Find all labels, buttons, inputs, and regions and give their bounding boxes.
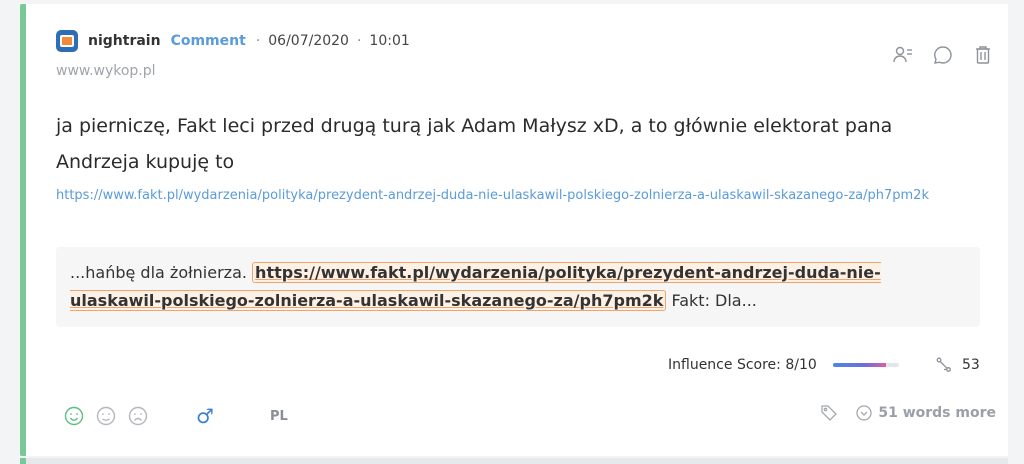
influence-bar [832, 363, 899, 367]
chevron-down-circle-icon [856, 405, 872, 421]
separator: · [255, 33, 261, 49]
influence-score: Influence Score: 8/10 [668, 357, 899, 373]
negative-sentiment-icon[interactable] [128, 406, 148, 426]
reach-value: 53 [962, 357, 980, 373]
card-actions [892, 44, 994, 66]
separator: · [356, 33, 362, 49]
post-date: 06/07/2020 [268, 33, 349, 49]
author-name[interactable]: nightrain [88, 33, 161, 49]
mention-header: nightrain Comment · 06/07/2020 · 10:01 [56, 30, 418, 52]
language-code: PL [269, 408, 288, 424]
trash-icon[interactable] [972, 44, 994, 66]
reach-icon [936, 357, 951, 372]
comment-icon[interactable] [932, 44, 954, 66]
quote-after: Fakt: Dla... [671, 291, 757, 310]
quote-before: ...hańbę dla żołnierza. [70, 263, 247, 282]
influence-label: Influence Score: 8/10 [668, 357, 817, 373]
positive-sentiment-icon[interactable] [64, 406, 84, 426]
tag-icon[interactable] [820, 404, 838, 422]
mention-card [20, 4, 1008, 456]
quote-snippet: ...hańbę dla żołnierza. https://www.fakt… [56, 247, 980, 327]
source-site[interactable]: www.wykop.pl [56, 63, 156, 79]
next-card-edge [20, 458, 1008, 464]
expand-words-button[interactable]: 51 words more [856, 405, 996, 421]
post-time: 10:01 [369, 33, 410, 49]
mention-link[interactable]: https://www.fakt.pl/wydarzenia/polityka/… [56, 188, 968, 204]
more-words-label: 51 words more [878, 405, 996, 421]
reach-metric: 53 [936, 357, 980, 373]
wykop-source-icon [56, 30, 78, 52]
male-icon: ♂ [196, 404, 214, 428]
card-footer-right: 51 words more [820, 404, 996, 422]
mention-type: Comment [170, 33, 246, 49]
mention-text: ja pierniczę, Fakt leci przed drugą turą… [56, 115, 893, 173]
influence-bar-fill [832, 363, 886, 367]
card-footer: ♂ PL [64, 404, 288, 428]
user-list-icon[interactable] [892, 44, 914, 66]
neutral-sentiment-icon[interactable] [96, 406, 116, 426]
